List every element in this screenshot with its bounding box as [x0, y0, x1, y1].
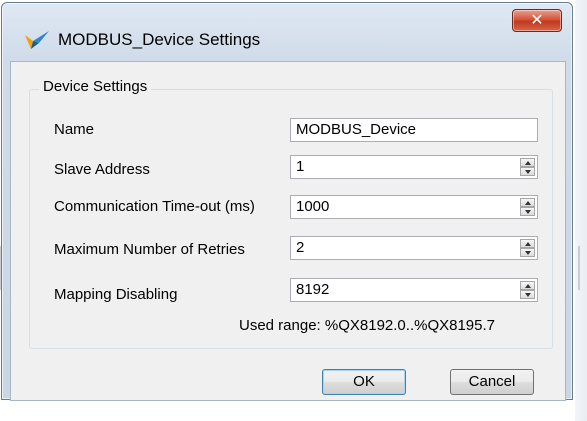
used-range-text: Used range: %QX8192.0..%QX8195.7 — [239, 317, 495, 334]
timeout-spinner[interactable] — [520, 198, 535, 216]
group-legend: Device Settings — [39, 78, 152, 95]
spin-up-button[interactable] — [520, 158, 535, 167]
spin-up-button[interactable] — [520, 198, 535, 207]
mapping-disabling-value: 8192 — [296, 281, 330, 298]
mapping-disabling-field[interactable]: 8192 — [290, 278, 538, 302]
close-icon: ✕ — [530, 10, 544, 29]
spin-up-button[interactable] — [520, 281, 535, 290]
timeout-value: 1000 — [296, 198, 330, 215]
max-retries-field[interactable]: 2 — [290, 236, 538, 260]
slave-address-label: Slave Address — [54, 161, 150, 178]
background-mark — [578, 246, 580, 290]
max-retries-value: 2 — [296, 239, 305, 256]
slave-address-spinner[interactable] — [520, 158, 535, 176]
bird-icon — [25, 31, 49, 49]
arrow-down-icon — [524, 209, 531, 214]
window-title: MODBUS_Device Settings — [58, 30, 261, 49]
name-label: Name — [54, 121, 95, 138]
title-bar[interactable]: MODBUS_Device Settings ✕ — [2, 3, 572, 49]
dialog-content: Device Settings Name MODBUS_Device Slave… — [10, 61, 566, 401]
mapping-disabling-spinner[interactable] — [520, 281, 535, 299]
arrow-up-icon — [524, 200, 531, 205]
mapping-disabling-label: Mapping Disabling — [54, 286, 178, 303]
close-button[interactable]: ✕ — [512, 9, 562, 32]
max-retries-label: Maximum Number of Retries — [54, 241, 245, 258]
slave-address-field[interactable]: 1 — [290, 155, 538, 179]
arrow-down-icon — [524, 292, 531, 297]
spin-down-button[interactable] — [520, 248, 535, 257]
name-field[interactable]: MODBUS_Device — [290, 118, 538, 142]
spin-up-button[interactable] — [520, 239, 535, 248]
slave-address-value: 1 — [296, 158, 305, 175]
name-value: MODBUS_Device — [296, 121, 417, 138]
cancel-button[interactable]: Cancel — [450, 369, 534, 395]
dialog-window: MODBUS_Device Settings ✕ Device Settings… — [1, 2, 573, 401]
arrow-up-icon — [524, 241, 531, 246]
spin-down-button[interactable] — [520, 290, 535, 299]
ok-button[interactable]: OK — [322, 369, 406, 395]
spin-down-button[interactable] — [520, 207, 535, 216]
arrow-up-icon — [524, 283, 531, 288]
max-retries-spinner[interactable] — [520, 239, 535, 257]
background-edge — [575, 0, 587, 421]
arrow-down-icon — [524, 169, 531, 174]
arrow-up-icon — [524, 160, 531, 165]
timeout-field[interactable]: 1000 — [290, 195, 538, 219]
spin-down-button[interactable] — [520, 167, 535, 176]
timeout-label: Communication Time-out (ms) — [54, 198, 255, 215]
arrow-down-icon — [524, 250, 531, 255]
